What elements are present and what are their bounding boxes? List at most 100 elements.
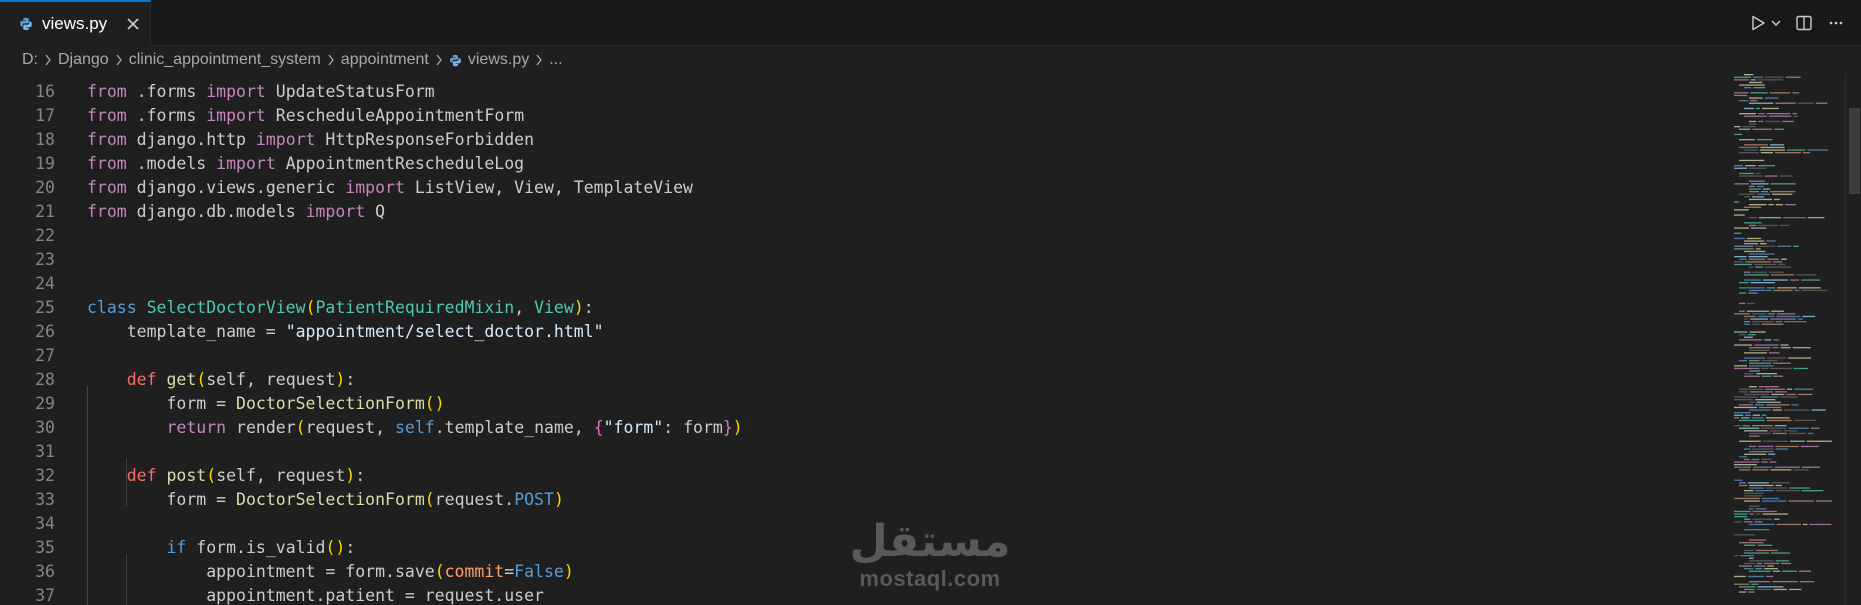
code-line[interactable]: 20 from django.views.generic import ListV… xyxy=(0,176,1700,200)
minimap-line xyxy=(1767,565,1774,567)
breadcrumb-drive[interactable]: D: xyxy=(22,51,38,69)
tab-views-py[interactable]: views.py xyxy=(0,0,151,46)
code-line[interactable]: 23 xyxy=(0,248,1700,272)
python-icon xyxy=(20,17,32,31)
minimap-line xyxy=(1781,562,1792,565)
minimap-line xyxy=(1752,448,1774,450)
code-line[interactable]: 22 xyxy=(0,224,1700,248)
minimap-line xyxy=(1744,568,1754,570)
minimap-line xyxy=(1744,321,1751,323)
minimap-line xyxy=(1799,581,1815,583)
minimap-line xyxy=(1807,149,1828,151)
minimap-line xyxy=(1744,315,1756,318)
code-token: ( xyxy=(206,466,217,485)
code-line[interactable]: 35 if form.is_valid(): xyxy=(0,536,1700,560)
minimap-line xyxy=(1800,445,1819,448)
code-token: .forms xyxy=(126,106,207,125)
minimap-line xyxy=(1739,456,1747,458)
minimap-line xyxy=(1780,347,1791,349)
minimap-line xyxy=(1784,321,1807,323)
minimap-line xyxy=(1734,555,1739,557)
code-line[interactable]: 24 xyxy=(0,272,1700,296)
code-text: appointment = form.save(commit=False) xyxy=(87,560,574,584)
minimap-line xyxy=(1739,339,1763,341)
run-dropdown-button[interactable] xyxy=(1769,12,1783,34)
minimap-line xyxy=(1749,253,1775,255)
run-button[interactable] xyxy=(1747,12,1769,34)
code-line[interactable]: 33 form = DoctorSelectionForm(request.PO… xyxy=(0,488,1700,512)
code-token: "appointment/select_doctor.html" xyxy=(285,322,604,341)
minimap-line xyxy=(1748,292,1758,294)
minimap-line xyxy=(1744,495,1763,497)
code-line[interactable]: 32 def post(self, request): xyxy=(0,464,1700,488)
minimap-line xyxy=(1774,425,1787,427)
minimap-line xyxy=(1785,76,1801,78)
vertical-scrollbar[interactable] xyxy=(1845,74,1861,605)
code-line[interactable]: 27 xyxy=(0,344,1700,368)
close-icon[interactable] xyxy=(124,15,142,33)
minimap-line xyxy=(1744,271,1751,273)
minimap-line xyxy=(1734,227,1749,229)
code-line[interactable]: 18 from django.http import HttpResponseFo… xyxy=(0,128,1700,152)
minimap-line xyxy=(1744,448,1751,450)
breadcrumb-appointment[interactable]: appointment xyxy=(341,51,429,69)
code-line[interactable]: 34 xyxy=(0,512,1700,536)
minimap[interactable] xyxy=(1728,74,1840,605)
minimap-line xyxy=(1744,74,1754,76)
code-editor[interactable]: ▔ ▔ ▔▔▔ 16from .forms import UpdateStatu… xyxy=(0,74,1845,605)
minimap-line xyxy=(1744,206,1761,208)
minimap-line xyxy=(1775,560,1789,562)
code-token: ) xyxy=(345,466,356,485)
code-text: from django.views.generic import ListVie… xyxy=(87,176,693,200)
chevron-right-icon xyxy=(45,54,51,66)
code-line[interactable]: 25 class SelectDoctorView(PatientRequired… xyxy=(0,296,1700,320)
minimap-line xyxy=(1802,152,1811,154)
code-line[interactable]: 30 return render(request, self.template_… xyxy=(0,416,1700,440)
code-line[interactable]: 16 from .forms import UpdateStatusForm xyxy=(0,80,1700,104)
minimap-line xyxy=(1744,115,1768,117)
breadcrumb-symbol[interactable]: ... xyxy=(549,51,562,69)
minimap-line xyxy=(1762,513,1789,515)
code-token: : xyxy=(583,298,594,317)
minimap-line xyxy=(1768,204,1774,206)
minimap-line xyxy=(1739,565,1753,567)
minimap-line xyxy=(1808,432,1814,435)
code-line[interactable]: 19 from .models import AppointmentResched… xyxy=(0,152,1700,176)
minimap-line xyxy=(1755,508,1767,510)
code-line[interactable]: 31 xyxy=(0,440,1700,464)
minimap-line xyxy=(1774,466,1800,468)
minimap-line xyxy=(1744,240,1765,242)
code-token: from xyxy=(87,106,127,125)
breadcrumb-file[interactable]: views.py xyxy=(468,51,529,69)
minimap-line xyxy=(1797,102,1815,104)
more-actions-button[interactable] xyxy=(1825,12,1847,34)
code-token: from xyxy=(87,82,127,101)
minimap-line xyxy=(1752,414,1761,416)
minimap-line xyxy=(1744,375,1760,377)
code-token: ) xyxy=(732,418,743,437)
minimap-line xyxy=(1773,588,1788,591)
code-line[interactable]: 21 from django.db.models import Q xyxy=(0,200,1700,224)
line-number: 26 xyxy=(35,322,55,341)
code-line[interactable]: 28 def get(self, request): xyxy=(0,368,1700,392)
code-line[interactable]: 29 form = DoctorSelectionForm() xyxy=(0,392,1700,416)
minimap-line xyxy=(1789,440,1805,442)
code-token: : xyxy=(345,370,356,389)
minimap-line xyxy=(1801,466,1821,468)
breadcrumb-project[interactable]: clinic_appointment_system xyxy=(129,51,321,69)
minimap-line xyxy=(1748,591,1755,593)
tab-bar: views.py xyxy=(0,0,1861,46)
breadcrumb-django[interactable]: Django xyxy=(58,51,109,69)
minimap-line xyxy=(1783,409,1810,411)
minimap-line xyxy=(1758,217,1782,219)
code-line[interactable]: 36 appointment = form.save(commit=False) xyxy=(0,560,1700,584)
minimap-line xyxy=(1775,391,1787,393)
code-line[interactable]: 17 from .forms import RescheduleAppointme… xyxy=(0,104,1700,128)
code-line[interactable]: 26 template_name = "appointment/select_d… xyxy=(0,320,1700,344)
code-line[interactable]: 37 appointment.patient = request.user xyxy=(0,584,1700,605)
minimap-line xyxy=(1741,417,1750,419)
split-editor-button[interactable] xyxy=(1793,12,1815,34)
editor-actions xyxy=(1737,11,1847,35)
scrollbar-thumb[interactable] xyxy=(1849,108,1860,194)
